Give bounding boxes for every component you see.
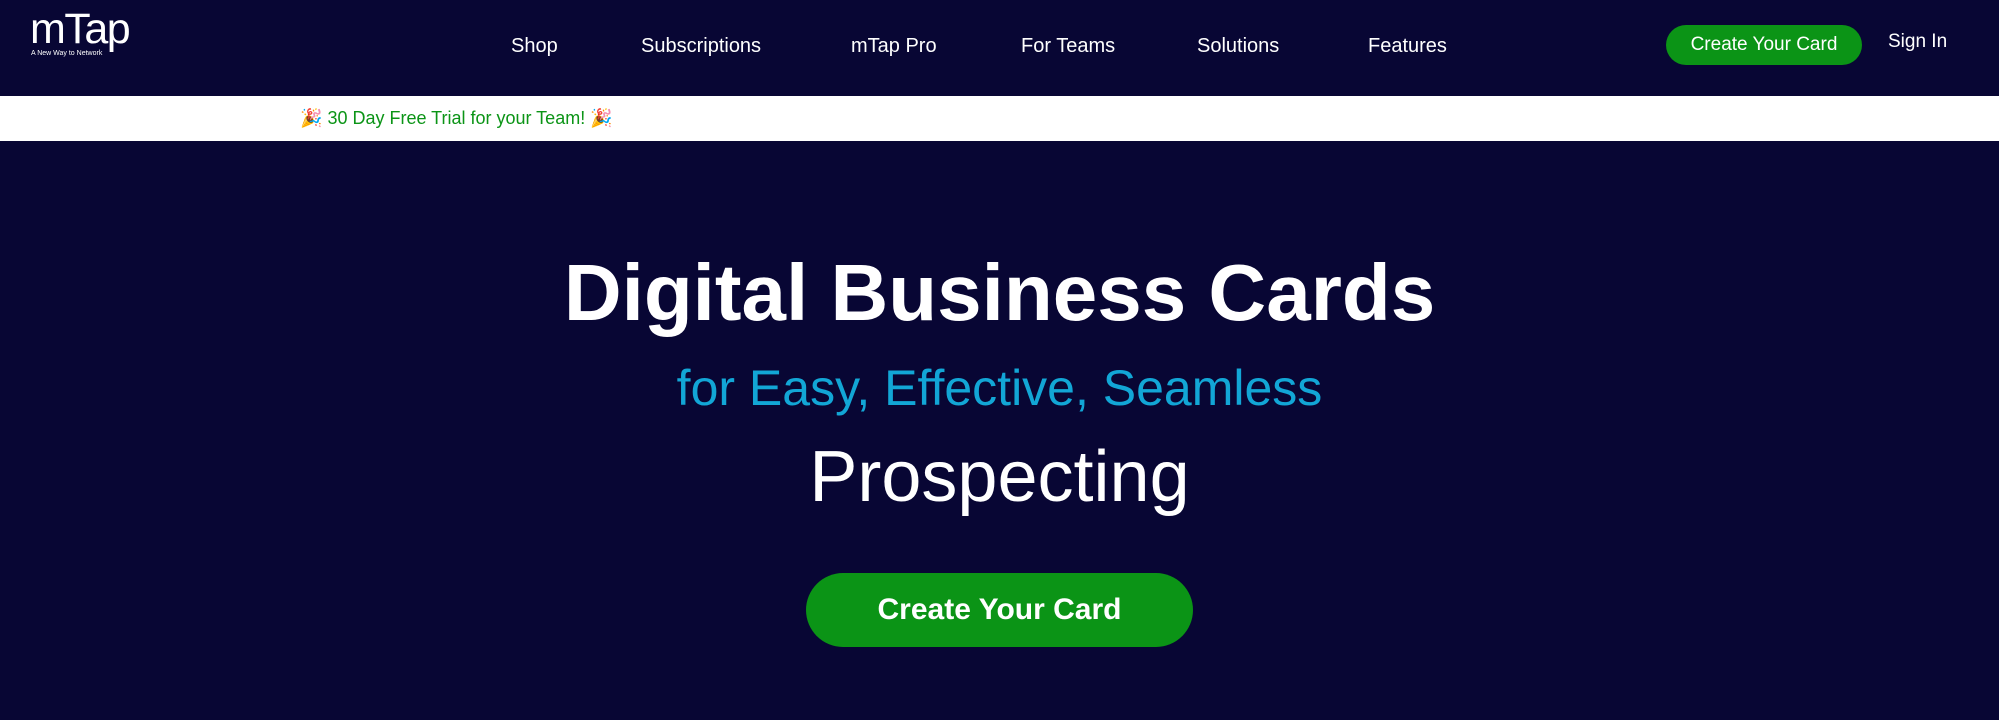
hero-create-card-button[interactable]: Create Your Card [806, 573, 1193, 647]
logo[interactable]: mTap A New Way to Network [30, 5, 155, 57]
nav-item-features[interactable]: Features [1368, 30, 1447, 62]
party-popper-icon: 🎉 [590, 108, 613, 128]
logo-tagline: A New Way to Network [31, 50, 103, 57]
nav-item-for-teams[interactable]: For Teams [1021, 30, 1115, 62]
announcement-bar: 🎉 30 Day Free Trial for your Team! 🎉 [0, 96, 1999, 141]
sign-in-link[interactable]: Sign In [1888, 27, 1947, 57]
page: mTap A New Way to Network Shop Subscript… [0, 0, 1999, 720]
nav-item-solutions[interactable]: Solutions [1197, 30, 1279, 62]
nav-item-shop[interactable]: Shop [511, 30, 558, 62]
header-create-card-button[interactable]: Create Your Card [1666, 25, 1862, 65]
hero-subtitle: for Easy, Effective, Seamless [676, 360, 1323, 416]
nav-item-subscriptions[interactable]: Subscriptions [641, 30, 761, 62]
announcement-link[interactable]: 🎉 30 Day Free Trial for your Team! 🎉 [300, 96, 613, 141]
site-header: mTap A New Way to Network Shop Subscript… [0, 0, 1999, 96]
announcement-text: 30 Day Free Trial for your Team! [327, 108, 586, 128]
hero-highlight-word: Prospecting [809, 437, 1190, 517]
hero-section: Digital Business Cards for Easy, Effecti… [0, 141, 1999, 720]
party-popper-icon: 🎉 [300, 108, 323, 128]
hero-title: Digital Business Cards [563, 248, 1436, 337]
nav-item-mtap-pro[interactable]: mTap Pro [851, 30, 937, 62]
logo-wordmark: mTap [30, 5, 131, 53]
